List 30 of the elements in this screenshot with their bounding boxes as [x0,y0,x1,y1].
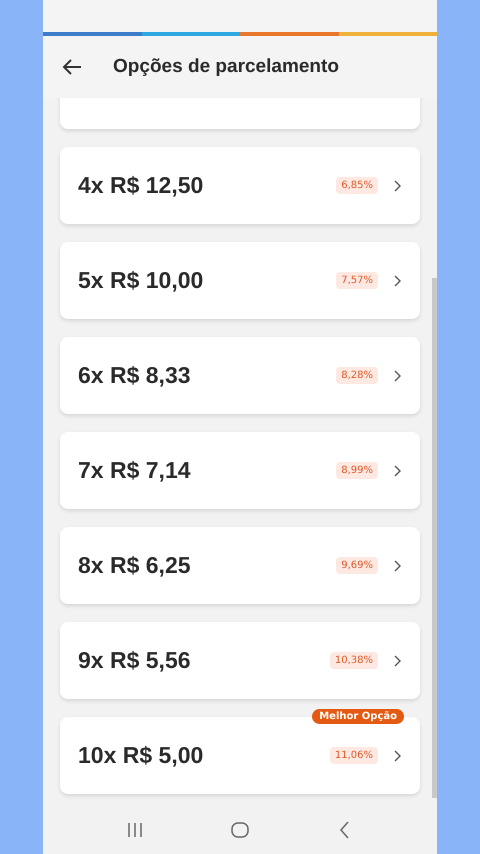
installment-label: 6x R$ 8,33 [78,362,192,389]
interest-rate: 6,85% [336,177,378,194]
chevron-right-icon [392,274,402,286]
installment-option[interactable]: 6x R$ 8,33 8,28% [60,337,420,414]
installment-label: 10x R$ 5,00 [78,742,204,769]
best-option-badge: Melhor Opção [312,709,404,724]
interest-rate: 9,69% [336,557,378,574]
installment-label: 5x R$ 10,00 [78,267,204,294]
chevron-right-icon [392,464,402,476]
interest-rate: 10,38% [330,652,378,669]
chevron-right-icon [392,654,402,666]
installment-label: 9x R$ 5,56 [78,647,192,674]
chevron-right-icon [392,370,402,382]
interest-rate: 7,57% [336,272,378,289]
installment-label: 8x R$ 6,25 [78,552,192,579]
installment-option[interactable]: 9x R$ 5,56 10,38% [60,622,420,699]
installment-option[interactable]: 4x R$ 12,50 6,85% [60,147,420,224]
installment-option[interactable]: 7x R$ 7,14 8,99% [60,432,420,509]
interest-rate: 8,99% [336,462,378,479]
installment-option[interactable]: 8x R$ 6,25 9,69% [60,527,420,604]
home-icon[interactable] [230,820,250,840]
interest-rate: 11,06% [330,747,378,764]
chevron-right-icon [392,180,402,192]
chevron-right-icon [392,750,402,762]
installment-label: 4x R$ 12,50 [78,172,204,199]
chevron-right-icon [392,560,402,572]
installment-option[interactable]: 5x R$ 10,00 7,57% [60,242,420,319]
installment-label: 7x R$ 7,14 [78,457,192,484]
interest-rate: 8,28% [336,367,378,384]
screen-title: Opções de parcelamento [113,56,339,78]
